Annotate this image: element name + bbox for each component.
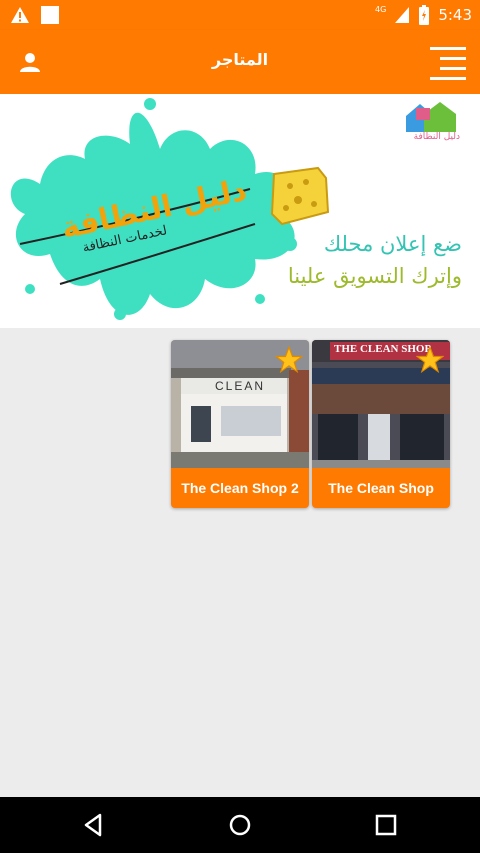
warning-icon — [11, 7, 29, 23]
navigation-bar — [0, 797, 480, 853]
star-icon[interactable] — [416, 346, 444, 374]
network-type: 4G — [375, 4, 387, 14]
brand-small-label: دليل النظافة — [413, 132, 460, 142]
promo-banner[interactable]: دليل النظافة لخدمات النظافة دليل النظافة… — [0, 94, 480, 328]
page-title: المتاجر — [211, 50, 269, 69]
shop-card[interactable]: THE CLEAN SHOP The Clean Shop — [312, 340, 450, 508]
shop-name: The Clean Shop 2 — [181, 480, 299, 496]
signal-icon — [395, 7, 410, 23]
app-bar: المتاجر — [0, 30, 480, 94]
house-logo-icon — [406, 102, 456, 132]
square-notification-icon — [41, 6, 59, 24]
star-icon[interactable] — [275, 346, 303, 374]
sponge-icon — [270, 166, 330, 226]
shop-card[interactable]: CLEAN The Clean Shop 2 — [171, 340, 309, 508]
home-icon[interactable] — [226, 811, 254, 839]
shop-name: The Clean Shop — [328, 480, 434, 496]
battery-icon — [419, 5, 430, 25]
shop-sign: CLEAN — [215, 379, 266, 393]
status-bar: 4G 5:43 — [0, 0, 480, 30]
recents-icon[interactable] — [372, 811, 400, 839]
back-icon[interactable] — [80, 811, 108, 839]
clock: 5:43 — [438, 6, 472, 24]
tagline-1: ضع إعلان محلك — [323, 232, 462, 256]
menu-icon[interactable] — [428, 43, 468, 81]
tagline-2: وإترك التسويق علينا — [287, 264, 462, 288]
